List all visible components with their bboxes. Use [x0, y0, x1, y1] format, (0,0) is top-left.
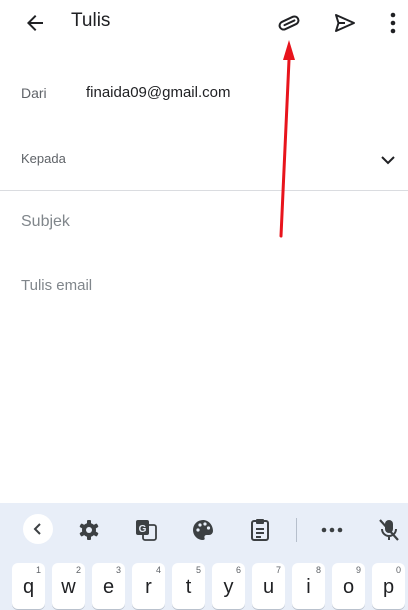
- key-label: w: [61, 576, 76, 598]
- send-button[interactable]: [329, 7, 361, 39]
- key-label: t: [185, 576, 192, 598]
- page-title: Tulis: [71, 10, 111, 31]
- arrow-back-icon: [27, 15, 43, 31]
- key-q[interactable]: 1 q: [12, 563, 45, 609]
- key-number-hint: 3: [115, 565, 121, 575]
- paperclip-icon: [278, 15, 300, 31]
- clipboard-icon: [251, 519, 269, 541]
- theme-button[interactable]: [190, 517, 216, 543]
- keyboard-collapse-button[interactable]: [23, 514, 53, 544]
- key-label: u: [262, 576, 275, 598]
- key-number-hint: 8: [315, 565, 321, 575]
- chevron-down-icon: [381, 156, 395, 165]
- gear-icon: [79, 520, 99, 540]
- body-input[interactable]: Tulis email: [21, 277, 391, 294]
- chevron-left-icon: [33, 523, 41, 535]
- key-y[interactable]: 6 y: [212, 563, 245, 609]
- key-e[interactable]: 3 e: [92, 563, 125, 609]
- palette-icon: [193, 520, 213, 540]
- to-row: Kepada: [0, 140, 408, 180]
- mic-off-icon: [379, 519, 399, 541]
- key-t[interactable]: 5 t: [172, 563, 205, 609]
- key-w[interactable]: 2 w: [52, 563, 85, 609]
- from-account-selector[interactable]: finaida09@gmail.com: [86, 84, 230, 101]
- key-number-hint: 0: [395, 565, 401, 575]
- key-label: y: [223, 576, 234, 598]
- key-p[interactable]: 0 p: [372, 563, 405, 609]
- key-number-hint: 6: [235, 565, 241, 575]
- key-label: p: [382, 576, 395, 598]
- voice-input-button[interactable]: [376, 517, 402, 543]
- more-options-button[interactable]: [380, 7, 406, 39]
- key-number-hint: 9: [355, 565, 361, 575]
- key-r[interactable]: 4 r: [132, 563, 165, 609]
- expand-recipients-button[interactable]: [376, 148, 400, 172]
- key-label: q: [22, 576, 35, 598]
- key-o[interactable]: 9 o: [332, 563, 365, 609]
- divider: [0, 190, 408, 191]
- more-vert-icon: [390, 12, 396, 34]
- key-number-hint: 4: [155, 565, 161, 575]
- key-number-hint: 2: [75, 565, 81, 575]
- on-screen-keyboard: G 1 q 2 w 3 e 4 r 5 t 6 y 7 u 8 i 9 o 0 …: [0, 503, 408, 610]
- send-icon: [335, 14, 355, 32]
- key-number-hint: 5: [195, 565, 201, 575]
- clipboard-button[interactable]: [247, 517, 273, 543]
- from-label: Dari: [21, 85, 47, 101]
- translate-icon: G: [136, 520, 157, 541]
- toolbar-separator: [296, 518, 297, 542]
- keyboard-top-row: 1 q 2 w 3 e 4 r 5 t 6 y 7 u 8 i 9 o 0 p: [0, 559, 408, 610]
- back-button[interactable]: [20, 8, 50, 38]
- keyboard-toolbar: G: [0, 503, 408, 557]
- key-label: r: [145, 576, 152, 598]
- key-i[interactable]: 8 i: [292, 563, 325, 609]
- attach-button[interactable]: [272, 6, 306, 40]
- keyboard-more-button[interactable]: [319, 517, 345, 543]
- subject-input[interactable]: Subjek: [21, 213, 391, 231]
- key-u[interactable]: 7 u: [252, 563, 285, 609]
- key-label: o: [342, 576, 355, 598]
- key-label: i: [306, 576, 311, 598]
- svg-text:G: G: [139, 524, 147, 535]
- keyboard-settings-button[interactable]: [76, 517, 102, 543]
- key-number-hint: 1: [35, 565, 41, 575]
- key-number-hint: 7: [275, 565, 281, 575]
- key-label: e: [102, 576, 115, 598]
- more-horiz-icon: [321, 527, 343, 533]
- from-row: Dari finaida09@gmail.com: [0, 76, 408, 112]
- compose-toolbar: Tulis: [0, 0, 408, 46]
- translate-button[interactable]: G: [133, 517, 159, 543]
- to-field[interactable]: Kepada: [21, 151, 66, 166]
